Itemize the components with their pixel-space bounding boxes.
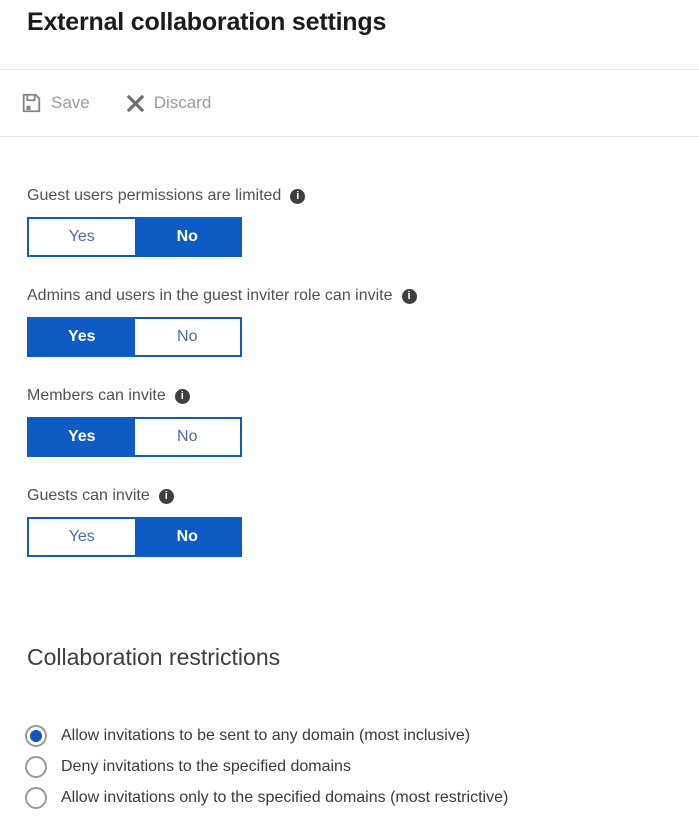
- settings-list: Guest users permissions are limited i Ye…: [27, 186, 417, 586]
- setting-members-can-invite: Members can invite i Yes No: [27, 386, 417, 457]
- radio-label: Deny invitations to the specified domain…: [61, 758, 351, 776]
- external-collaboration-settings-page: External collaboration settings Save Dis…: [0, 0, 699, 831]
- yes-no-toggle: Yes No: [27, 517, 242, 557]
- x-mark-icon: [126, 94, 145, 113]
- info-icon[interactable]: i: [402, 289, 417, 304]
- setting-guests-can-invite: Guests can invite i Yes No: [27, 486, 417, 557]
- setting-label: Guests can invite: [27, 487, 150, 505]
- floppy-disk-icon: [20, 92, 42, 114]
- yes-no-toggle: Yes No: [27, 217, 242, 257]
- toggle-option-no[interactable]: No: [135, 419, 241, 455]
- info-icon[interactable]: i: [175, 389, 190, 404]
- discard-button-label: Discard: [154, 93, 212, 113]
- setting-label-row: Members can invite i: [27, 386, 417, 406]
- info-icon[interactable]: i: [159, 489, 174, 504]
- collaboration-restrictions-heading: Collaboration restrictions: [27, 644, 280, 671]
- setting-label: Guest users permissions are limited: [27, 187, 281, 205]
- toggle-option-yes[interactable]: Yes: [29, 219, 135, 255]
- collaboration-restrictions-radio-group: Allow invitations to be sent to any doma…: [25, 725, 508, 818]
- radio-label: Allow invitations to be sent to any doma…: [61, 727, 470, 745]
- setting-guest-permissions-limited: Guest users permissions are limited i Ye…: [27, 186, 417, 257]
- setting-label: Members can invite: [27, 387, 166, 405]
- setting-label-row: Guests can invite i: [27, 486, 417, 506]
- radio-option-deny-specified-domains[interactable]: Deny invitations to the specified domain…: [25, 756, 508, 778]
- page-title: External collaboration settings: [27, 8, 386, 37]
- toggle-option-no[interactable]: No: [135, 519, 241, 555]
- toggle-option-no[interactable]: No: [135, 219, 241, 255]
- toggle-option-no[interactable]: No: [135, 319, 241, 355]
- setting-label-row: Admins and users in the guest inviter ro…: [27, 286, 417, 306]
- toggle-option-yes[interactable]: Yes: [29, 519, 135, 555]
- radio-button[interactable]: [25, 787, 47, 809]
- toolbar: Save Discard: [0, 70, 699, 136]
- yes-no-toggle: Yes No: [27, 417, 242, 457]
- info-icon[interactable]: i: [290, 189, 305, 204]
- divider-toolbar-bottom: [0, 136, 699, 137]
- save-button[interactable]: Save: [20, 92, 90, 114]
- toggle-option-yes[interactable]: Yes: [29, 419, 135, 455]
- setting-label-row: Guest users permissions are limited i: [27, 186, 417, 206]
- discard-button[interactable]: Discard: [126, 93, 212, 113]
- save-button-label: Save: [51, 93, 90, 113]
- radio-option-allow-any-domain[interactable]: Allow invitations to be sent to any doma…: [25, 725, 508, 747]
- radio-option-allow-only-specified-domains[interactable]: Allow invitations only to the specified …: [25, 787, 508, 809]
- radio-button[interactable]: [25, 756, 47, 778]
- toggle-option-yes[interactable]: Yes: [29, 319, 135, 355]
- setting-admins-can-invite: Admins and users in the guest inviter ro…: [27, 286, 417, 357]
- radio-button[interactable]: [25, 725, 47, 747]
- radio-label: Allow invitations only to the specified …: [61, 789, 508, 807]
- yes-no-toggle: Yes No: [27, 317, 242, 357]
- setting-label: Admins and users in the guest inviter ro…: [27, 287, 393, 305]
